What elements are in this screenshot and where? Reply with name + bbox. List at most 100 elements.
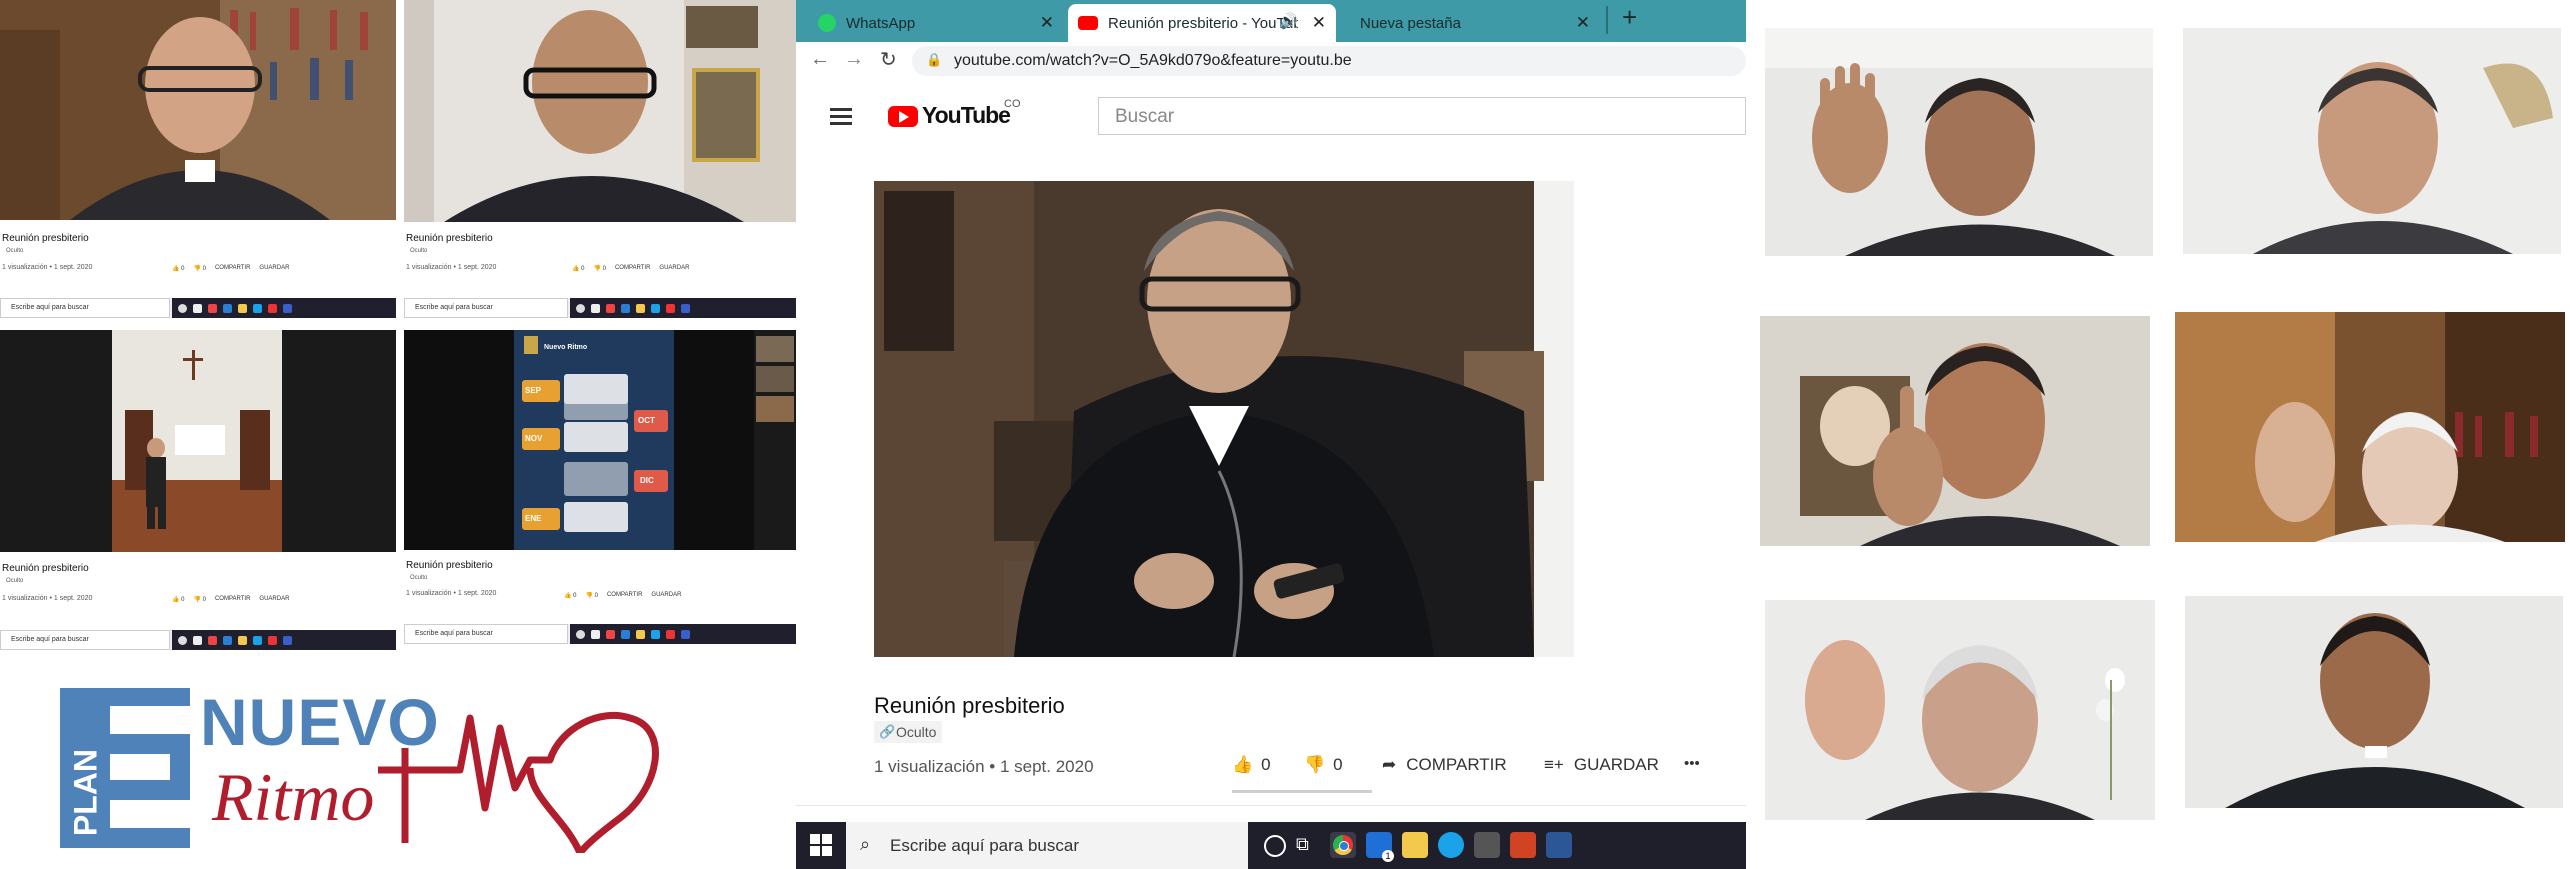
- new-tab-button[interactable]: +: [1622, 2, 1637, 33]
- dislike-count: 0: [1333, 755, 1343, 774]
- like-count: 0: [573, 593, 577, 599]
- windows-start-icon[interactable]: [810, 834, 832, 856]
- youtube-logo-text[interactable]: YouTube: [922, 102, 1011, 129]
- search-placeholder: Buscar: [1115, 106, 1175, 127]
- slide-month: DIC: [640, 476, 654, 485]
- share-button[interactable]: COMPARTIR: [607, 592, 642, 599]
- whatsapp-icon: [818, 14, 836, 32]
- slide-heading: Nuevo Ritmo: [544, 344, 588, 351]
- cortana-icon[interactable]: [1264, 835, 1286, 857]
- youtube-logo-icon[interactable]: [888, 106, 918, 127]
- views-text: 1 visualización • 1 sept. 2020: [2, 264, 93, 271]
- dislike-button[interactable]: 👎 0: [593, 265, 605, 272]
- mini-search-box[interactable]: Escribe aquí para buscar: [0, 298, 170, 318]
- participant-video-6: [2185, 596, 2563, 808]
- url-field[interactable]: 🔒 youtube.com/watch?v=O_5A9kd079o&featur…: [912, 46, 1746, 76]
- slide-month: OCT: [638, 416, 655, 425]
- mini-taskbar: Escribe aquí para buscar: [0, 298, 396, 318]
- close-tab-icon[interactable]: ✕: [1576, 13, 1590, 33]
- save-button[interactable]: ≡+ GUARDAR: [1544, 755, 1659, 775]
- dislike-button[interactable]: 👎 0: [193, 596, 205, 603]
- dislike-count: 0: [202, 597, 206, 603]
- word-icon[interactable]: [1546, 832, 1572, 858]
- slide-month: SEP: [525, 386, 542, 395]
- views-text: 1 visualización • 1 sept. 2020: [406, 590, 497, 597]
- calculator-icon[interactable]: [1474, 832, 1500, 858]
- share-button[interactable]: COMPARTIR: [215, 265, 250, 272]
- visibility-badge: 🔗 Oculto: [874, 721, 943, 743]
- search-input[interactable]: Buscar: [1098, 97, 1746, 135]
- visibility-label: Oculto: [6, 248, 24, 254]
- browser-window: WhatsApp ✕ Reunión presbiterio - YouTube…: [796, 0, 1746, 869]
- dislike-button[interactable]: 👎 0: [193, 265, 205, 272]
- share-button[interactable]: COMPARTIR: [215, 596, 250, 603]
- like-ratio-bar: [1232, 790, 1372, 793]
- forward-arrow-icon[interactable]: →: [844, 48, 864, 71]
- thumbs-up-icon: 👍: [1232, 755, 1254, 774]
- like-button[interactable]: 👍 0: [1232, 755, 1271, 775]
- share-button[interactable]: ➦ COMPARTIR: [1382, 755, 1507, 775]
- edge-icon[interactable]: [1438, 832, 1464, 858]
- like-count: 0: [181, 266, 185, 272]
- hamburger-menu-icon[interactable]: [830, 108, 852, 125]
- dislike-button[interactable]: 👎 0: [1304, 755, 1343, 775]
- tab-youtube[interactable]: Reunión presbiterio - YouTube 🔊 ✕: [1068, 4, 1336, 42]
- save-button[interactable]: GUARDAR: [259, 596, 289, 603]
- save-button[interactable]: GUARDAR: [259, 265, 289, 272]
- video-frame: [404, 0, 796, 222]
- share-arrow-icon: ➦: [1382, 755, 1397, 774]
- visibility-label: Oculto: [410, 248, 428, 254]
- speaker-icon[interactable]: 🔊: [1279, 12, 1298, 30]
- powerpoint-icon[interactable]: [1510, 832, 1536, 858]
- mini-taskbar: Escribe aquí para buscar: [0, 630, 396, 650]
- like-button[interactable]: 👍 0: [172, 596, 184, 603]
- mini-search-box[interactable]: Escribe aquí para buscar: [404, 624, 568, 644]
- share-button[interactable]: COMPARTIR: [615, 265, 650, 272]
- url-text: youtube.com/watch?v=O_5A9kd079o&feature=…: [954, 52, 1352, 69]
- tab-whatsapp[interactable]: WhatsApp ✕: [804, 4, 1064, 42]
- mini-taskbar: Escribe aquí para buscar: [404, 624, 796, 644]
- chrome-taskbar-button[interactable]: [1330, 832, 1356, 858]
- tab-new-tab[interactable]: Nueva pestaña ✕: [1340, 4, 1600, 42]
- close-tab-icon[interactable]: ✕: [1312, 13, 1326, 33]
- search-icon: ⌕: [860, 834, 871, 854]
- video-title: Reunión presbiterio: [2, 233, 89, 244]
- more-actions-button[interactable]: •••: [1684, 755, 1700, 772]
- tab-divider: [1606, 6, 1608, 34]
- file-explorer-icon[interactable]: [1402, 832, 1428, 858]
- taskbar-search-placeholder: Escribe aquí para buscar: [890, 836, 1079, 855]
- youtube-header: YouTube CO Buscar: [796, 80, 1746, 155]
- slide-month: NOV: [525, 434, 543, 443]
- save-button[interactable]: GUARDAR: [651, 592, 681, 599]
- mini-search-box[interactable]: Escribe aquí para buscar: [404, 298, 568, 318]
- plan-vertical-label: PLAN: [67, 748, 104, 837]
- divider: [796, 805, 1746, 806]
- tab-label: WhatsApp: [846, 14, 916, 32]
- like-button[interactable]: 👍 0: [564, 592, 576, 599]
- address-bar-row: ← → ↻ 🔒 youtube.com/watch?v=O_5A9kd079o&…: [796, 42, 1746, 81]
- back-arrow-icon[interactable]: ←: [810, 48, 830, 71]
- taskbar-search-box[interactable]: ⌕ Escribe aquí para buscar: [846, 822, 1248, 869]
- like-button[interactable]: 👍 0: [172, 265, 184, 272]
- mini-taskbar: Escribe aquí para buscar: [404, 298, 796, 318]
- dislike-button[interactable]: 👎 0: [585, 592, 597, 599]
- mail-badge: 1: [1382, 850, 1394, 862]
- reload-icon[interactable]: ↻: [880, 47, 897, 72]
- like-button[interactable]: 👍 0: [572, 265, 584, 272]
- screenshot-thumbnail-1: Reunión presbiterio Oculto 1 visualizaci…: [0, 0, 396, 322]
- participant-video-4: [2175, 312, 2565, 542]
- tab-label: Reunión presbiterio - YouTube: [1108, 14, 1298, 32]
- save-button[interactable]: GUARDAR: [659, 265, 689, 272]
- mini-search-box[interactable]: Escribe aquí para buscar: [0, 630, 170, 650]
- video-title: Reunión presbiterio: [2, 563, 89, 574]
- dislike-count: 0: [202, 266, 206, 272]
- visibility-label: Oculto: [410, 575, 428, 581]
- participant-video-2: [2183, 28, 2561, 254]
- views-text: 1 visualización • 1 sept. 2020: [406, 264, 497, 271]
- like-count: 0: [181, 597, 185, 603]
- task-view-icon[interactable]: ⧉: [1296, 834, 1309, 855]
- lock-icon: 🔒: [926, 52, 943, 67]
- screenshot-thumbnail-4: Nuevo Ritmo SEP NOV ENE OCT DIC Reunión …: [404, 330, 796, 652]
- video-player[interactable]: [874, 181, 1716, 657]
- close-tab-icon[interactable]: ✕: [1040, 13, 1054, 33]
